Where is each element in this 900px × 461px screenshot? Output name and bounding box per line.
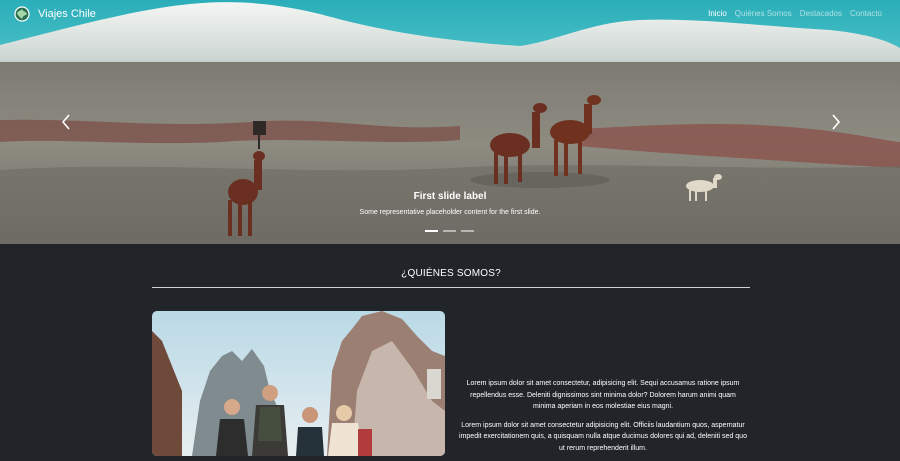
about-text: Lorem ipsum dolor sit amet consectetur, … [458,378,748,461]
about-paragraph-2: Lorem ipsum dolor sit amet consectetur a… [459,421,747,452]
about-team-photo [152,311,445,456]
carousel-indicator-1[interactable] [425,230,438,232]
carousel-caption: First slide label Some representative pl… [300,190,600,218]
nav-link-destacados[interactable]: Destacados [800,9,842,18]
chevron-left-icon [61,114,70,130]
about-divider [152,287,750,288]
about-section: ¿QUIÉNES SOMOS? Lorem ipsum dolor sit am… [0,244,900,456]
about-team-photo-illustration [152,311,445,456]
chevron-right-icon [832,114,841,130]
carousel-caption-title: First slide label [413,191,487,202]
about-paragraph-1: Lorem ipsum dolor sit amet consectetur, … [466,380,740,410]
nav-link-inicio[interactable]: Inicio [708,9,727,18]
carousel-indicator-2[interactable] [443,230,456,232]
carousel-indicators [425,230,479,232]
carousel-next-button[interactable] [829,113,843,131]
nav-link-quienes-somos[interactable]: Quiénes Somos [735,9,792,18]
nav-links: Inicio Quiénes Somos Destacados Contacto [700,9,882,18]
carousel-prev-button[interactable] [59,113,73,131]
about-title: ¿QUIÉNES SOMOS? [401,268,501,279]
nav-link-contacto[interactable]: Contacto [850,9,882,18]
carousel-indicator-3[interactable] [461,230,474,232]
carousel-caption-text: Some representative placeholder content … [359,209,541,216]
navbar: Viajes Chile Inicio Quiénes Somos Destac… [0,0,900,28]
brand-name: Viajes Chile [38,8,96,20]
brand[interactable]: Viajes Chile [14,6,96,22]
globe-logo-icon [14,6,30,22]
hero-carousel: Viajes Chile Inicio Quiénes Somos Destac… [0,0,900,244]
